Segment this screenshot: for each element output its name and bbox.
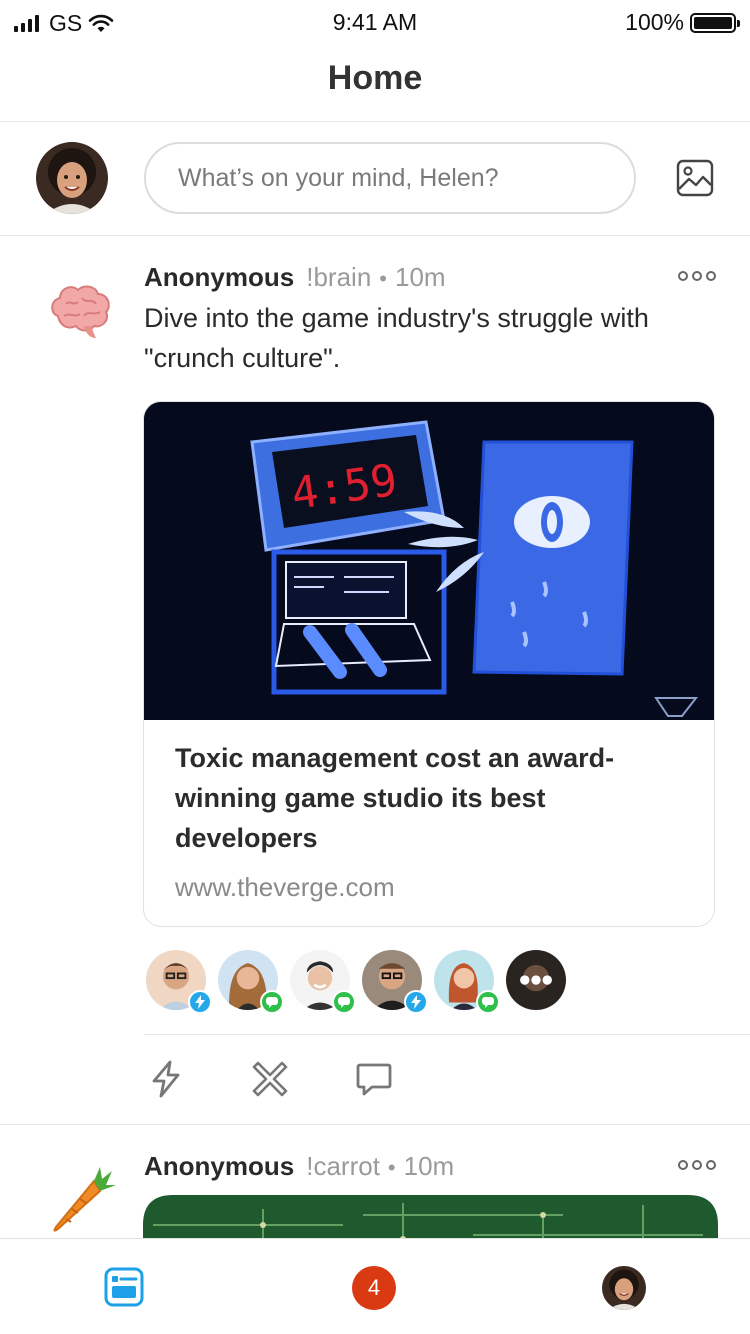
status-right: 100% xyxy=(625,9,740,36)
reactor-avatar[interactable] xyxy=(360,948,428,1014)
status-bar: GS 9:41 AM 100% xyxy=(0,0,750,42)
post-time: 10m xyxy=(403,1151,455,1181)
feed-post: Anonymous !carrot • 10m xyxy=(0,1125,750,1238)
reactors-row[interactable] xyxy=(144,948,568,1014)
post-header: Anonymous !carrot • 10m xyxy=(144,1151,454,1182)
more-options-button[interactable] xyxy=(678,1158,716,1172)
reactor-avatar[interactable] xyxy=(144,948,212,1014)
post-handle[interactable]: !brain xyxy=(306,262,371,293)
composer: What’s on your mind, Helen? xyxy=(0,122,750,236)
chat-badge-icon xyxy=(332,990,356,1014)
feed-post: Anonymous !brain • 10m Dive into the gam… xyxy=(0,236,750,1125)
post-image xyxy=(143,1195,718,1238)
comment-icon[interactable] xyxy=(354,1059,394,1099)
avatar[interactable] xyxy=(36,142,108,214)
separator-dot: • xyxy=(379,266,387,291)
tab-profile-avatar[interactable] xyxy=(602,1266,646,1310)
zap-badge-icon xyxy=(404,990,428,1014)
more-options-button[interactable] xyxy=(678,269,716,283)
nav-bar: Home xyxy=(0,42,750,122)
post-author[interactable]: Anonymous xyxy=(144,262,294,293)
compose-input[interactable]: What’s on your mind, Helen? xyxy=(144,142,636,214)
post-author[interactable]: Anonymous xyxy=(144,1151,294,1182)
brain-icon xyxy=(51,285,110,338)
post-time: 10m xyxy=(394,262,446,292)
card-title: Toxic management cost an award-winning g… xyxy=(175,743,615,853)
reactor-avatar[interactable] xyxy=(216,948,284,1014)
notifications-badge[interactable]: 4 xyxy=(352,1266,396,1310)
tab-bar: 4 xyxy=(0,1238,750,1334)
zap-badge-icon xyxy=(188,990,212,1014)
reactor-avatar[interactable] xyxy=(288,948,356,1014)
post-header: Anonymous !brain • 10m xyxy=(144,262,446,293)
page-title: Home xyxy=(327,59,423,97)
post-actions xyxy=(144,1034,750,1124)
dismiss-icon[interactable] xyxy=(250,1059,290,1099)
card-domain: www.theverge.com xyxy=(175,872,395,902)
battery-icon xyxy=(690,12,740,33)
article-image: 4:59 xyxy=(144,402,714,720)
zap-icon[interactable] xyxy=(146,1059,186,1099)
tab-feed-icon[interactable] xyxy=(104,1267,144,1307)
more-reactors-button[interactable] xyxy=(504,948,568,1012)
link-preview-card[interactable]: 4:59 Toxic management cost an award-winn… xyxy=(143,401,715,927)
carrot-icon xyxy=(53,1167,116,1232)
chat-badge-icon xyxy=(476,990,500,1014)
chat-badge-icon xyxy=(260,990,284,1014)
photo-icon[interactable] xyxy=(676,159,714,197)
separator-dot: • xyxy=(387,1155,396,1180)
battery-percent: 100% xyxy=(625,9,684,35)
post-handle[interactable]: !carrot xyxy=(306,1151,380,1182)
reactor-avatar[interactable] xyxy=(432,948,500,1014)
post-text: Dive into the game industry's struggle w… xyxy=(144,303,649,373)
